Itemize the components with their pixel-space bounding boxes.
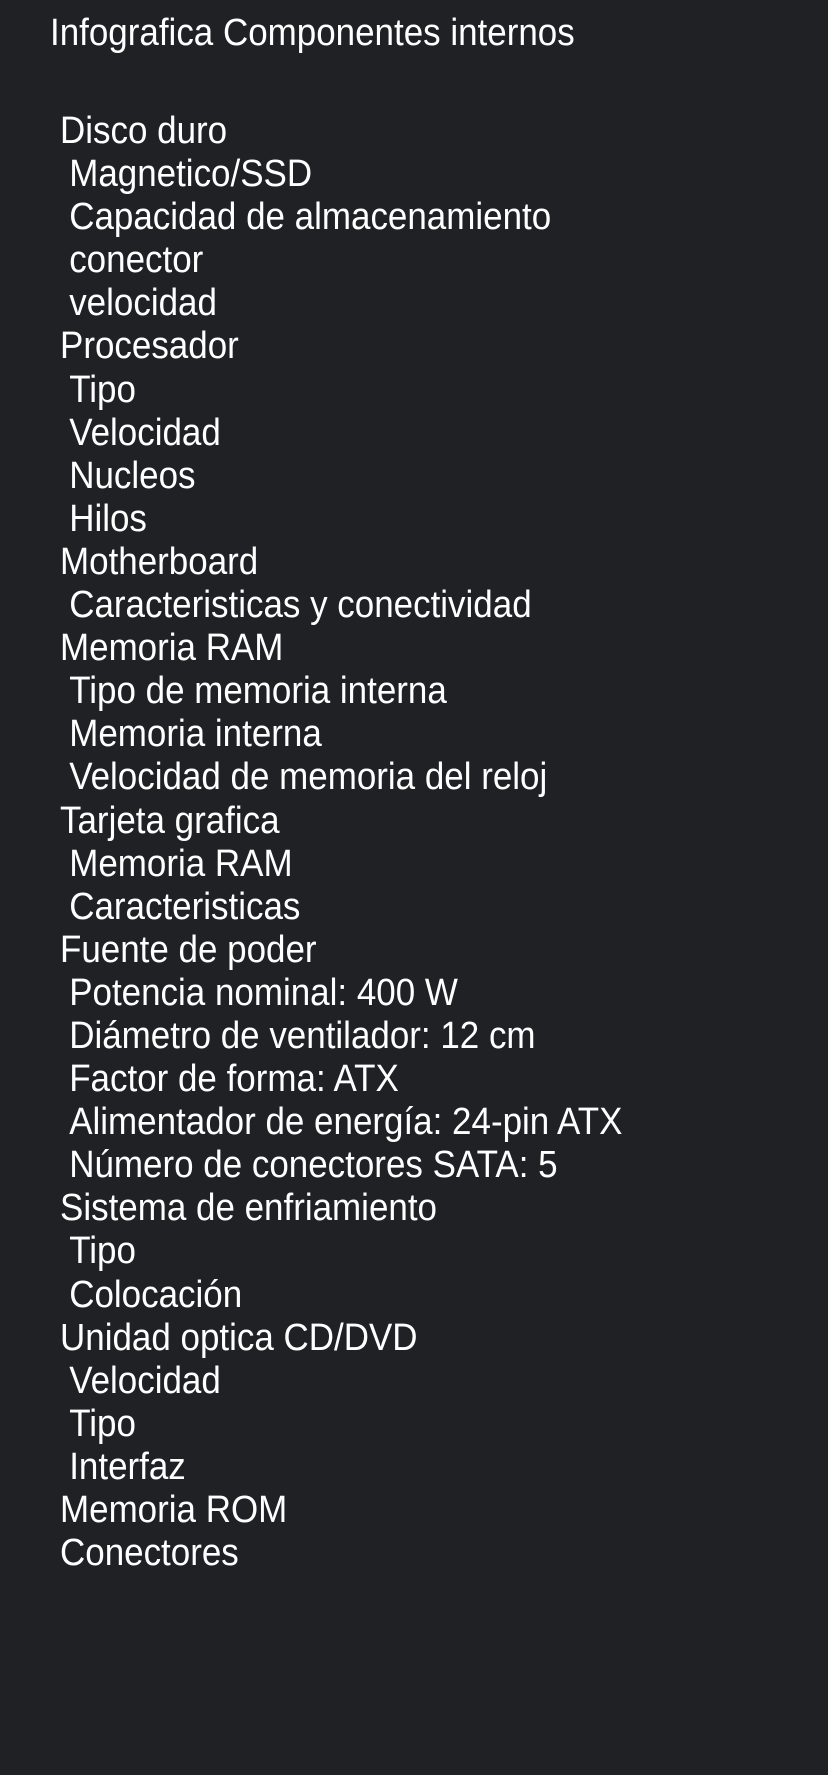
section-heading: Unidad optica CD/DVD xyxy=(60,1316,418,1359)
section-item: Caracteristicas y conectividad xyxy=(69,584,532,627)
section-item: Factor de forma: ATX xyxy=(69,1058,399,1101)
section-item: velocidad xyxy=(69,282,217,325)
section-item: Hilos xyxy=(69,497,147,540)
component-list: Disco duro Magnetico/SSD Capacidad de alma… xyxy=(60,110,671,1575)
section-item: Magnetico/SSD xyxy=(69,153,313,196)
section-item: Nucleos xyxy=(69,454,196,497)
section-item: Caracteristicas xyxy=(69,885,301,928)
section-heading: Disco duro xyxy=(60,110,228,152)
document: Infografica Componentes internos Disco d… xyxy=(0,0,828,1574)
section-item: Alimentador de energía: 24-pin ATX xyxy=(69,1101,623,1144)
section-heading: Memoria ROM xyxy=(60,1489,288,1531)
section-item: Tipo xyxy=(69,1402,136,1445)
section-item: Colocación xyxy=(69,1273,243,1316)
section-item: Número de conectores SATA: 5 xyxy=(69,1144,558,1187)
section-heading: Fuente de poder xyxy=(60,928,317,971)
section-item: Velocidad xyxy=(69,411,221,454)
section-heading: Sistema de enfriamiento xyxy=(60,1187,437,1230)
section-heading: Procesador xyxy=(60,325,239,368)
section-item: Tipo xyxy=(69,1230,136,1273)
section-item: conector xyxy=(69,239,204,282)
section-item: Capacidad de almacenamiento xyxy=(69,196,552,239)
section-heading: Conectores xyxy=(60,1532,239,1575)
section-item: Tipo xyxy=(69,368,136,411)
section-item: Potencia nominal: 400 W xyxy=(69,971,458,1014)
section-item: Velocidad de memoria del reloj xyxy=(69,756,548,799)
section-heading: Memoria RAM xyxy=(60,627,284,670)
section-heading: Tarjeta grafica xyxy=(60,799,280,842)
section-item: Velocidad xyxy=(69,1359,221,1402)
section-item: Memoria RAM xyxy=(69,842,293,885)
section-item: Diámetro de ventilador: 12 cm xyxy=(69,1014,536,1057)
section-item: Memoria interna xyxy=(69,713,322,756)
section-heading: Motherboard xyxy=(60,540,259,583)
section-item: Tipo de memoria interna xyxy=(69,670,447,713)
document-title: Infografica Componentes internos xyxy=(50,12,575,54)
section-item: Interfaz xyxy=(69,1445,186,1488)
